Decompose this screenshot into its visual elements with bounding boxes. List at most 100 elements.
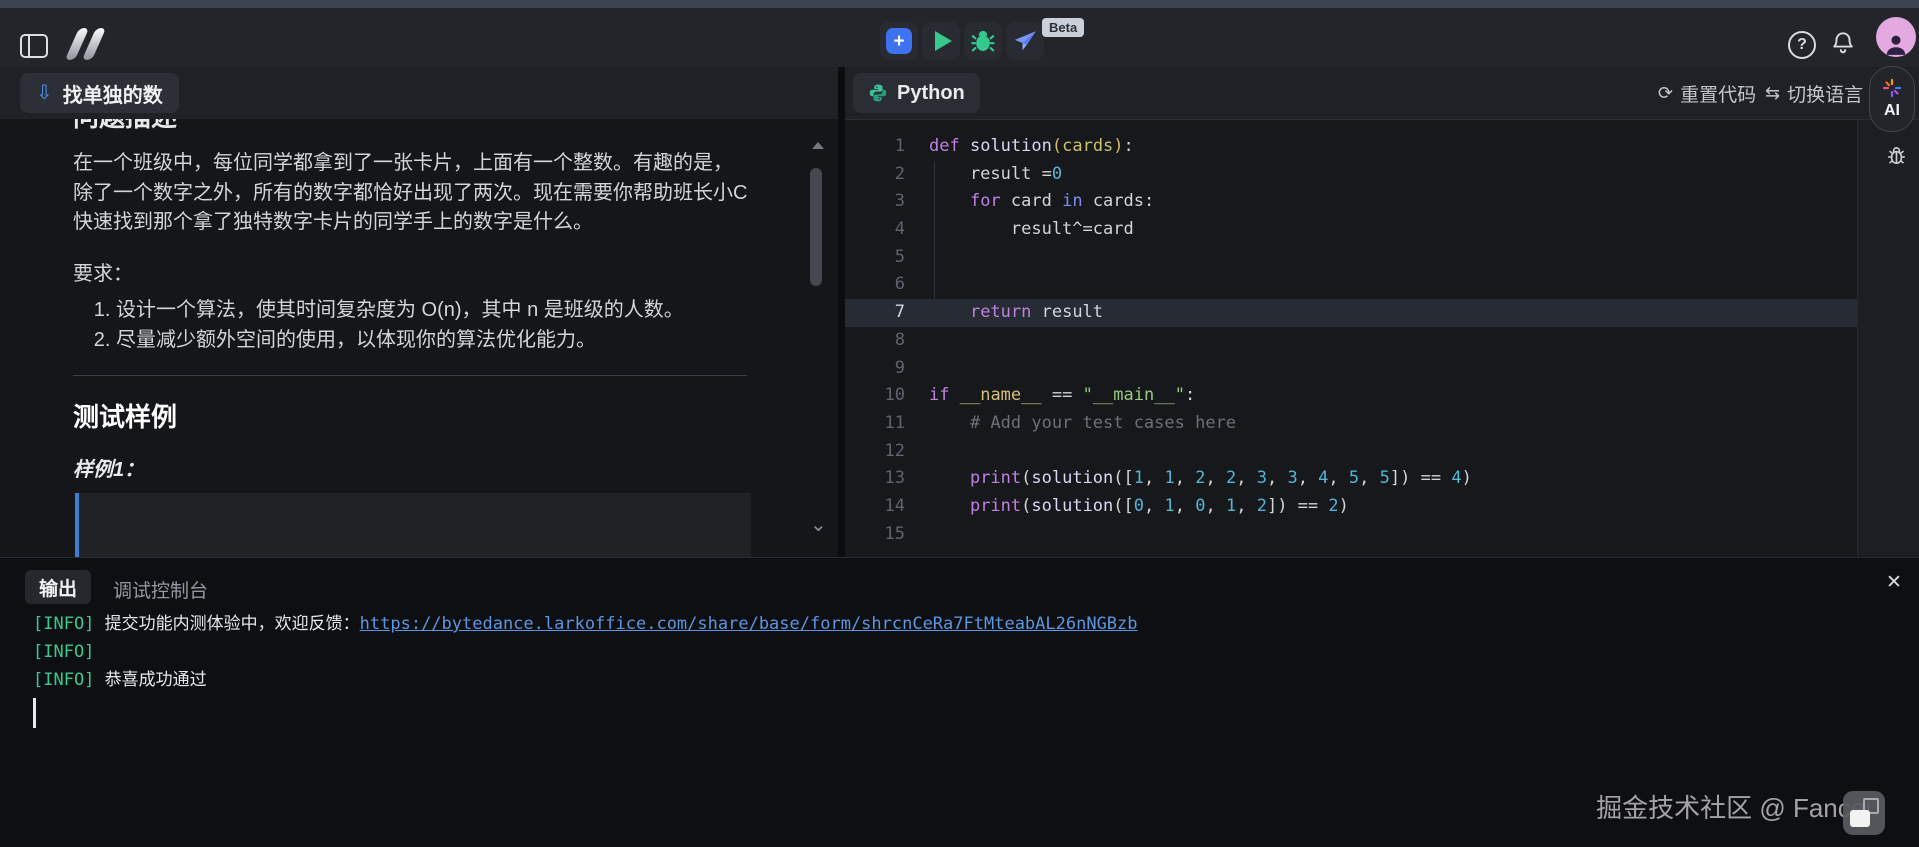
code-editor[interactable]: 1def solution(cards):2 result =03 for ca… (845, 120, 1857, 557)
code-line[interactable]: 4 result^=card (845, 216, 1857, 244)
requirement-item: 尽量减少额外空间的使用，以体现你的算法优化能力。 (116, 325, 776, 355)
marscode-logo[interactable] (62, 28, 110, 60)
code-line[interactable]: 13 print(solution([1, 1, 2, 2, 3, 3, 4, … (845, 465, 1857, 493)
ai-label: AI (1884, 102, 1900, 120)
topbar: + Beta ? (0, 8, 1919, 67)
submit-button[interactable] (1006, 22, 1044, 60)
code-token: print (970, 468, 1021, 488)
code-token: cards: (1083, 191, 1155, 211)
code-line[interactable]: 6 (845, 271, 1857, 299)
line-number[interactable]: 9 (845, 355, 929, 383)
code-token: , (1298, 468, 1318, 488)
user-avatar[interactable] (1876, 17, 1916, 57)
text-cursor[interactable] (33, 698, 36, 728)
code-token: cards (1062, 136, 1113, 156)
code-line[interactable]: 10if __name__ == "__main__": (845, 382, 1857, 410)
bug-icon (970, 28, 996, 54)
code-token: 1 (1165, 468, 1175, 488)
code-token: ) (1462, 468, 1472, 488)
person-icon (1882, 31, 1910, 57)
tab-output[interactable]: 输出 (25, 570, 91, 604)
console-text: [INFO] (33, 614, 94, 634)
scrollbar-thumb[interactable] (810, 168, 822, 286)
reset-code-button[interactable]: ⟳ 重置代码 (1658, 80, 1756, 107)
code-line[interactable]: 12 (845, 438, 1857, 466)
line-number[interactable]: 2 (845, 161, 929, 189)
scroll-down-icon[interactable]: ⌄ (810, 512, 827, 537)
sidebar-toggle-icon[interactable] (20, 34, 48, 58)
code-line[interactable]: 2 result =0 (845, 161, 1857, 189)
line-number[interactable]: 15 (845, 521, 929, 549)
code-token: 0 (1195, 496, 1205, 516)
close-icon[interactable]: ✕ (1886, 571, 1902, 594)
line-number[interactable]: 10 (845, 382, 929, 410)
line-number[interactable]: 7 (845, 299, 929, 327)
code-token: , (1267, 468, 1287, 488)
tab-debug-console[interactable]: 调试控制台 (113, 576, 208, 603)
line-number[interactable]: 8 (845, 327, 929, 355)
code-token: 2 (1226, 468, 1236, 488)
code-line[interactable]: 8 (845, 327, 1857, 355)
line-number[interactable]: 12 (845, 438, 929, 466)
code-token: ]) == (1267, 496, 1328, 516)
problem-description-panel[interactable]: 问题描述 在一个班级中，每位同学都拿到了一张卡片，上面有一个整数。有趣的是，除了… (0, 119, 838, 557)
window-top-strip (0, 0, 1919, 8)
code-token: card (1001, 191, 1062, 211)
switch-language-button[interactable]: ⇆ 切换语言 (1765, 80, 1863, 107)
code-token (929, 302, 970, 322)
code-line[interactable]: 5 (845, 244, 1857, 272)
code-token: 4 (1451, 468, 1461, 488)
code-token: ( (1052, 136, 1062, 156)
code-token: "__main__" (1083, 385, 1185, 405)
line-number[interactable]: 5 (845, 244, 929, 272)
problem-tab-bar: ⇩ 找单独的数 (0, 67, 838, 119)
debug-button[interactable] (964, 22, 1002, 60)
line-number[interactable]: 13 (845, 465, 929, 493)
code-line[interactable]: 1def solution(cards): (845, 133, 1857, 161)
code-line[interactable]: 15 (845, 521, 1857, 549)
help-icon[interactable]: ? (1788, 31, 1816, 59)
plus-icon: + (886, 28, 912, 54)
python-icon (868, 83, 888, 103)
code-token: ) (1339, 496, 1349, 516)
code-line[interactable]: 9 (845, 355, 1857, 383)
new-file-button[interactable]: + (880, 22, 918, 60)
scrollbar-up-arrow[interactable] (812, 142, 824, 149)
code-token: : (1185, 385, 1195, 405)
code-token: # Add your test cases here (929, 413, 1236, 433)
paper-plane-icon (1012, 28, 1038, 54)
switch-label: 切换语言 (1787, 80, 1863, 107)
line-number[interactable]: 11 (845, 410, 929, 438)
code-token: 5 (1349, 468, 1359, 488)
line-number[interactable]: 6 (845, 271, 929, 299)
code-token: 3 (1257, 468, 1267, 488)
line-number[interactable]: 4 (845, 216, 929, 244)
debug-panel-icon[interactable] (1885, 145, 1908, 173)
code-line[interactable]: 11 # Add your test cases here (845, 410, 1857, 438)
console-link[interactable]: https://bytedance.larkoffice.com/share/b… (360, 614, 1138, 634)
console-line: [INFO] (33, 638, 1138, 666)
problem-tab[interactable]: ⇩ 找单独的数 (20, 73, 179, 113)
play-icon (935, 31, 952, 51)
app-window: + Beta ? (0, 0, 1919, 847)
line-number[interactable]: 14 (845, 493, 929, 521)
code-token: result (1031, 302, 1103, 322)
code-token (960, 136, 970, 156)
sample-code-block: 输入：cards = [1, 1, 2, 2, 3, 3, 4, 5, 5] 输… (75, 493, 751, 557)
reset-icon: ⟳ (1658, 83, 1673, 104)
code-line[interactable]: 7 return result (845, 299, 1857, 327)
console-text: 提交功能内测体验中，欢迎反馈： (94, 614, 359, 634)
notification-bell-icon[interactable] (1830, 29, 1856, 60)
code-token: for (970, 191, 1001, 211)
line-number[interactable]: 1 (845, 133, 929, 161)
language-tab-python[interactable]: Python (853, 73, 980, 113)
code-token: , (1236, 496, 1256, 516)
console-log: [INFO] 提交功能内测体验中，欢迎反馈：https://bytedance.… (33, 610, 1138, 737)
run-button[interactable] (922, 22, 960, 60)
line-number[interactable]: 3 (845, 188, 929, 216)
ai-assistant-button[interactable]: AI (1869, 66, 1915, 132)
code-token: , (1205, 496, 1225, 516)
code-line[interactable]: 14 print(solution([0, 1, 0, 1, 2]) == 2) (845, 493, 1857, 521)
code-line[interactable]: 3 for card in cards: (845, 188, 1857, 216)
sample1-label: 样例1： (73, 453, 144, 482)
